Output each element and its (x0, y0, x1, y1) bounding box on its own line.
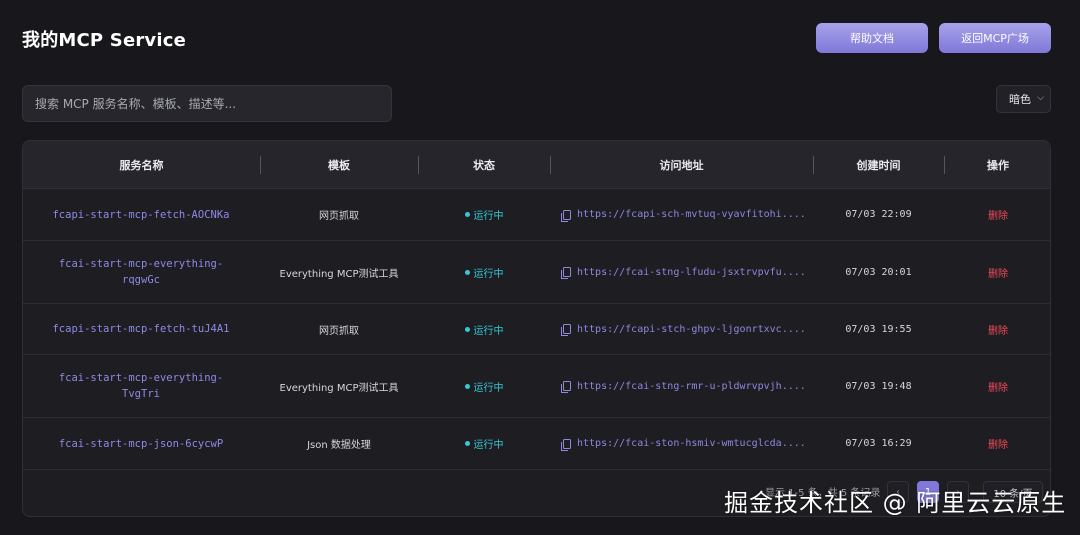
table-row: fcapi-start-mcp-fetch-AOCNKa 网页抓取 运行中 ht… (23, 189, 1050, 241)
column-header-name: 服务名称 (119, 159, 164, 172)
status-dot-icon (464, 269, 470, 275)
status-badge: 运行中 (418, 241, 550, 303)
services-table: 服务名称 模板 状态 访问地址 创建时间 操作 fcapi-start-mcp-… (22, 140, 1051, 517)
template-cell: Everything MCP测试工具 (279, 268, 399, 280)
status-badge: 运行中 (418, 418, 550, 469)
copy-icon[interactable] (561, 438, 571, 451)
access-url[interactable]: https://fcai-ston-hsmiv-wmtucglcda.... (561, 418, 813, 469)
column-header-status: 状态 (473, 159, 495, 172)
url-text: https://fcapi-sch-mvtuq-vyavfitohi.... (577, 209, 806, 220)
copy-icon[interactable] (561, 267, 571, 279)
status-dot-icon (464, 441, 470, 446)
service-name-link[interactable]: fcapi-start-mcp-fetch-AOCNKa (41, 189, 241, 240)
table-row: fcapi-start-mcp-fetch-tuJ4A1 网页抓取 运行中 ht… (23, 304, 1050, 355)
delete-button[interactable]: 删除 (944, 189, 1050, 240)
template-cell: 网页抓取 (319, 325, 359, 337)
url-text: https://fcai-stng-rmr-u-pldwrvpvjh.... (577, 380, 806, 392)
back-to-mcp-square-button[interactable]: 返回MCP广场 (939, 23, 1051, 53)
watermark: 掘金技术社区 @ 阿里云云原生 (724, 489, 1067, 517)
created-time: 07/03 20:01 (845, 266, 912, 278)
status-dot-icon (464, 326, 470, 332)
table-row: fcai-start-mcp-everything-rqgwGc Everyth… (23, 241, 1050, 304)
status-badge: 运行中 (418, 355, 550, 417)
template-cell: Everything MCP测试工具 (279, 382, 399, 394)
delete-button[interactable]: 删除 (944, 241, 1050, 303)
table-header: 服务名称 模板 状态 访问地址 创建时间 操作 (23, 141, 1050, 189)
template-cell: Json 数据处理 (307, 440, 371, 451)
service-name-link[interactable]: fcai-start-mcp-json-6cycwP (41, 418, 241, 469)
theme-select[interactable]: 暗色 ⌵ (996, 85, 1051, 113)
table-row: fcai-start-mcp-everything-TvgTri Everyth… (23, 355, 1050, 418)
access-url[interactable]: https://fcai-stng-rmr-u-pldwrvpvjh.... (561, 355, 813, 417)
delete-button[interactable]: 删除 (944, 355, 1050, 417)
status-dot-icon (464, 383, 470, 389)
created-time: 07/03 22:09 (845, 209, 912, 220)
copy-icon[interactable] (561, 324, 571, 336)
status-text: 运行中 (473, 440, 504, 451)
service-name-link[interactable]: fcai-start-mcp-everything-rqgwGc (51, 241, 231, 303)
status-text: 运行中 (473, 268, 504, 280)
url-text: https://fcapi-stch-ghpv-ljgonrtxvc.... (577, 323, 806, 335)
status-dot-icon (464, 212, 470, 217)
status-badge: 运行中 (418, 304, 550, 354)
copy-icon[interactable] (561, 209, 571, 222)
page-title: 我的MCP Service (22, 30, 187, 51)
service-name-link[interactable]: fcai-start-mcp-everything-TvgTri (51, 355, 231, 417)
status-badge: 运行中 (418, 189, 550, 240)
column-header-template: 模板 (328, 159, 350, 172)
access-url[interactable]: https://fcapi-sch-mvtuq-vyavfitohi.... (561, 189, 813, 240)
created-time: 07/03 19:48 (845, 380, 912, 392)
search-input[interactable] (22, 85, 392, 122)
status-text: 运行中 (473, 325, 504, 337)
help-docs-button[interactable]: 帮助文档 (816, 23, 928, 53)
status-text: 运行中 (473, 211, 504, 222)
url-text: https://fcai-ston-hsmiv-wmtucglcda.... (577, 438, 806, 449)
access-url[interactable]: https://fcai-stng-lfudu-jsxtrvpvfu.... (561, 241, 813, 303)
theme-select-value: 暗色 (1009, 93, 1031, 106)
url-text: https://fcai-stng-lfudu-jsxtrvpvfu.... (577, 266, 806, 278)
column-header-action: 操作 (987, 159, 1009, 172)
table-row: fcai-start-mcp-json-6cycwP Json 数据处理 运行中… (23, 418, 1050, 470)
status-text: 运行中 (473, 382, 504, 394)
column-header-created: 创建时间 (856, 159, 901, 172)
delete-button[interactable]: 删除 (944, 304, 1050, 354)
created-time: 07/03 19:55 (845, 323, 912, 335)
column-header-url: 访问地址 (659, 159, 704, 172)
service-name-link[interactable]: fcapi-start-mcp-fetch-tuJ4A1 (41, 304, 241, 354)
delete-button[interactable]: 删除 (944, 418, 1050, 469)
copy-icon[interactable] (561, 381, 571, 393)
template-cell: 网页抓取 (319, 211, 359, 222)
chevron-down-icon: ⌵ (1037, 93, 1044, 103)
created-time: 07/03 16:29 (845, 438, 912, 449)
access-url[interactable]: https://fcapi-stch-ghpv-ljgonrtxvc.... (561, 304, 813, 354)
